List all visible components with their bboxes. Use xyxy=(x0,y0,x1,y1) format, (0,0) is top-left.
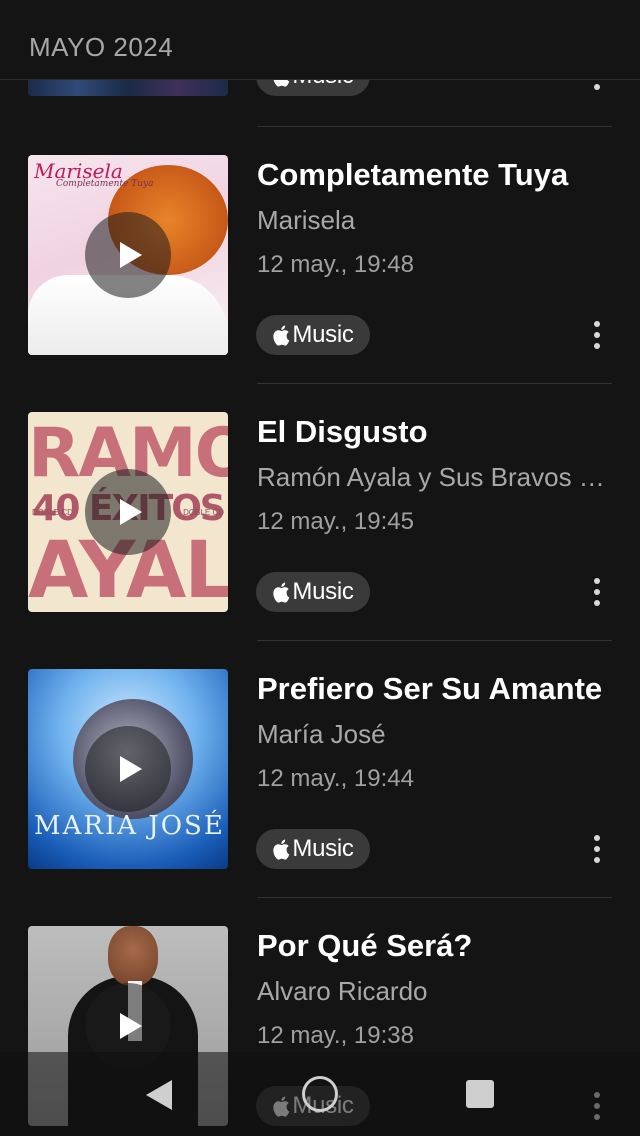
dot-icon xyxy=(594,600,600,606)
divider xyxy=(257,897,612,898)
dot-icon xyxy=(594,321,600,327)
play-icon[interactable] xyxy=(85,726,171,812)
badge-label: Music xyxy=(292,835,354,862)
dot-icon xyxy=(594,835,600,841)
play-icon[interactable] xyxy=(85,212,171,298)
home-icon[interactable] xyxy=(302,1076,338,1112)
played-time: 12 may., 19:38 xyxy=(257,1022,414,1049)
dot-icon xyxy=(594,332,600,338)
art-side-text: DOBLE CD xyxy=(183,508,224,517)
played-time: 12 may., 19:48 xyxy=(257,251,414,278)
apple-music-badge[interactable]: Music xyxy=(256,572,370,612)
list-item[interactable]: Marisela Completamente Tuya Completament… xyxy=(0,155,640,412)
back-icon[interactable] xyxy=(146,1080,172,1110)
more-options-button[interactable] xyxy=(582,315,612,355)
dot-icon xyxy=(594,84,600,90)
apple-icon xyxy=(273,325,290,346)
played-time: 12 may., 19:44 xyxy=(257,765,414,792)
divider xyxy=(257,640,612,641)
more-options-button[interactable] xyxy=(582,829,612,869)
dot-icon xyxy=(594,578,600,584)
apple-music-badge[interactable]: Music xyxy=(256,829,370,869)
song-title: Completamente Tuya xyxy=(257,157,569,192)
list-item[interactable]: RAMON 40 ÉXITOS AYALA DOBLE CD DOBLE CD … xyxy=(0,412,640,669)
navigation-bar xyxy=(0,1052,640,1136)
art-subtitle: Completamente Tuya xyxy=(56,179,154,189)
recent-apps-icon[interactable] xyxy=(466,1080,494,1108)
section-header: MAYO 2024 xyxy=(0,0,640,80)
song-title: Por Qué Será? xyxy=(257,928,473,963)
album-art[interactable]: RAMON 40 ÉXITOS AYALA DOBLE CD DOBLE CD xyxy=(28,412,228,612)
divider xyxy=(257,383,612,384)
list-item[interactable]: MARIA JOSÉ Prefiero Ser Su Amante María … xyxy=(0,669,640,926)
apple-music-badge[interactable]: Music xyxy=(256,315,370,355)
art-side-text: DOBLE CD xyxy=(32,508,73,517)
divider xyxy=(257,126,612,127)
song-title: El Disgusto xyxy=(257,414,428,449)
apple-icon xyxy=(273,582,290,603)
dot-icon xyxy=(594,846,600,852)
song-title: Prefiero Ser Su Amante xyxy=(257,671,603,706)
album-art[interactable]: MARIA JOSÉ xyxy=(28,669,228,869)
dot-icon xyxy=(594,857,600,863)
played-time: 12 may., 19:45 xyxy=(257,508,414,535)
artist-name: Ramón Ayala y Sus Bravos del Norte xyxy=(257,462,617,492)
artist-name: María José xyxy=(257,719,386,749)
badge-label: Music xyxy=(292,578,354,605)
art-head xyxy=(108,926,158,986)
play-icon[interactable] xyxy=(85,469,171,555)
badge-label: Music xyxy=(292,321,354,348)
art-text: MARIA JOSÉ xyxy=(34,811,225,841)
more-options-button[interactable] xyxy=(582,572,612,612)
month-label: MAYO 2024 xyxy=(29,32,174,62)
screen: Music Marisela Completamente Tuya Comple… xyxy=(0,0,640,1136)
apple-icon xyxy=(273,839,290,860)
dot-icon xyxy=(594,343,600,349)
album-art[interactable]: Marisela Completamente Tuya xyxy=(28,155,228,355)
dot-icon xyxy=(594,589,600,595)
artist-name: Marisela xyxy=(257,205,356,235)
artist-name: Alvaro Ricardo xyxy=(257,976,428,1006)
